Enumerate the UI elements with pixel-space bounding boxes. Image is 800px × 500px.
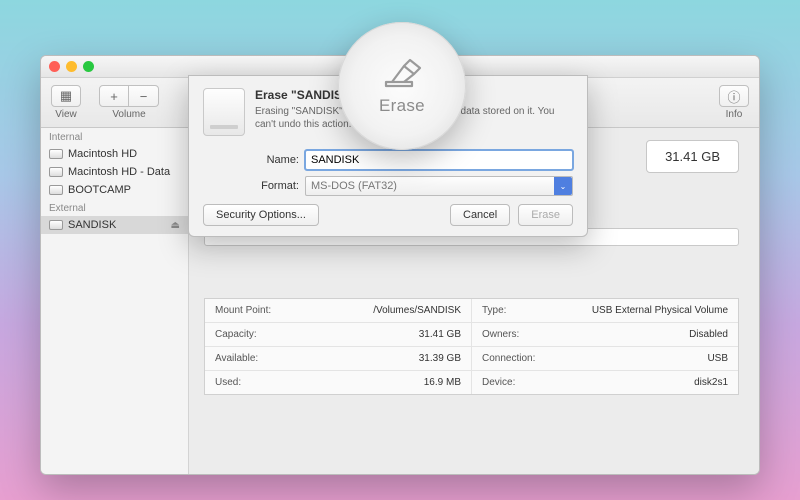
view-label: View <box>55 109 77 120</box>
close-icon[interactable] <box>49 61 60 72</box>
table-row: Used:16.9 MBDevice:disk2s1 <box>205 371 738 394</box>
disk-icon <box>49 185 63 195</box>
disk-icon <box>49 167 63 177</box>
format-value: MS-DOS (FAT32) <box>311 180 397 192</box>
disk-icon <box>49 149 63 159</box>
volume-remove-button[interactable]: − <box>129 85 159 107</box>
erase-icon <box>382 56 422 90</box>
minimize-icon[interactable] <box>66 61 77 72</box>
volume-label: Volume <box>112 109 145 120</box>
table-row: Capacity:31.41 GBOwners:Disabled <box>205 323 738 347</box>
capacity-readout: 31.41 GB <box>646 140 739 173</box>
disk-icon <box>49 220 63 230</box>
security-options-button[interactable]: Security Options... <box>203 204 319 226</box>
table-row: Available:31.39 GBConnection:USB <box>205 347 738 371</box>
format-select[interactable]: MS-DOS (FAT32) ⌄ <box>305 176 573 196</box>
info-button[interactable]: ⓘ <box>719 85 749 107</box>
info-label: Info <box>726 109 743 120</box>
cancel-button[interactable]: Cancel <box>450 204 510 226</box>
callout-label: Erase <box>379 96 425 116</box>
sidebar-header-internal: Internal <box>41 128 188 145</box>
sidebar: Internal Macintosh HD Macintosh HD - Dat… <box>41 128 189 474</box>
sidebar-item-sandisk[interactable]: SANDISK ⏏ <box>41 216 188 234</box>
zoom-icon[interactable] <box>83 61 94 72</box>
name-input[interactable] <box>305 150 573 170</box>
sidebar-item-label: SANDISK <box>68 219 116 231</box>
sidebar-item-macintosh-hd-data[interactable]: Macintosh HD - Data <box>41 163 188 181</box>
volume-group: + − Volume <box>99 85 159 120</box>
erase-callout: Erase <box>338 22 466 150</box>
name-label: Name: <box>255 154 299 166</box>
info-group: ⓘ Info <box>719 85 749 120</box>
view-group: ▦ View <box>51 85 81 120</box>
volume-add-button[interactable]: + <box>99 85 129 107</box>
chevron-updown-icon: ⌄ <box>554 177 572 195</box>
sidebar-item-bootcamp[interactable]: BOOTCAMP <box>41 181 188 199</box>
erase-confirm-button[interactable]: Erase <box>518 204 573 226</box>
sidebar-item-macintosh-hd[interactable]: Macintosh HD <box>41 145 188 163</box>
sidebar-header-external: External <box>41 199 188 216</box>
properties-table: Mount Point:/Volumes/SANDISKType:USB Ext… <box>204 298 739 395</box>
view-button[interactable]: ▦ <box>51 85 81 107</box>
sidebar-item-label: Macintosh HD <box>68 148 137 160</box>
sidebar-item-label: BOOTCAMP <box>68 184 131 196</box>
sidebar-item-label: Macintosh HD - Data <box>68 166 170 178</box>
drive-icon <box>203 88 245 136</box>
eject-icon[interactable]: ⏏ <box>171 220 180 231</box>
format-label: Format: <box>255 180 299 192</box>
table-row: Mount Point:/Volumes/SANDISKType:USB Ext… <box>205 299 738 323</box>
